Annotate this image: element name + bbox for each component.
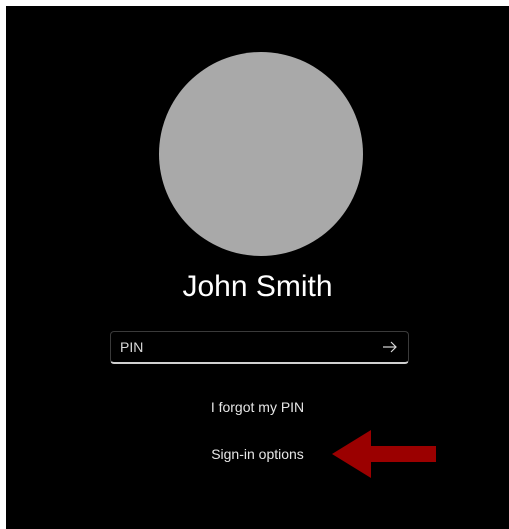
user-name: John Smith [182,270,333,303]
forgot-pin-link[interactable]: I forgot my PIN [6,398,509,416]
lock-screen: John Smith I forgot my PIN Sign-in optio… [6,6,509,529]
red-arrow-icon [332,430,436,478]
pin-field-container[interactable] [110,331,409,364]
user-avatar [159,52,363,256]
pin-input[interactable] [111,332,381,362]
arrow-right-icon[interactable] [380,336,400,358]
